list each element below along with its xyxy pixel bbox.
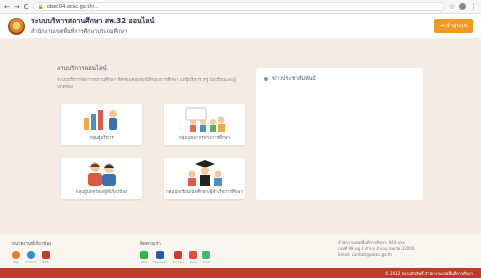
browser-nav: ← → C (4, 3, 29, 11)
news-title[interactable]: ข่าวประชาสัมพันธ์ (264, 75, 415, 83)
service-cards: กลุ่มผู้บริหาร กลุ่มบุคลากรทางการศึกษา ก… (61, 104, 245, 199)
youtube-link[interactable]: YouTube (172, 251, 184, 264)
help-link[interactable]: Help (189, 251, 198, 264)
copyright-bar: © 2022 สงวนลิขสิทธิ์ สำนักงานเขตพื้นที่ก… (0, 268, 481, 278)
footer-social-title: ติดตามเรา (140, 242, 161, 247)
site-subtitle: สำนักงานเขตพื้นที่การศึกษาประถมศึกษา (31, 29, 128, 35)
site-logo[interactable] (8, 17, 25, 35)
browser-bar: ← → C 🔒 obec04.ocsc.go.th/... ☆ ⋮ (0, 0, 481, 14)
students-illustration-icon (187, 160, 222, 186)
services-description: ระบบบริหารจัดการสถานศึกษา ที่ครอบคลุมทุก… (57, 78, 236, 90)
footer-related-links: หน่วยงานที่เกี่ยวข้อง สพฐ. กระทรวง สพท. (12, 240, 140, 265)
card-parents[interactable]: กลุ่มผู้ปกครอง/ผู้ที่เกี่ยวข้อง (61, 158, 142, 199)
line-link[interactable]: Line (140, 251, 148, 264)
footer-related-title: หน่วยงานที่เกี่ยวข้อง (12, 242, 52, 247)
help-icon (189, 251, 198, 259)
url-text: obec04.ocsc.go.th/... (46, 3, 99, 10)
services-title: งานบริการออนไลน์ (57, 65, 107, 72)
reload-icon[interactable]: C (24, 3, 29, 11)
site-footer: หน่วยงานที่เกี่ยวข้อง สพฐ. กระทรวง สพท. … (0, 234, 481, 268)
chat-icon (202, 251, 211, 259)
card-staff[interactable]: กลุ่มบุคลากรทางการศึกษา (164, 104, 245, 145)
footer-link-ministry[interactable]: กระทรวง (25, 251, 37, 265)
login-icon: ⇥ (439, 23, 444, 29)
forward-icon[interactable]: → (14, 3, 20, 11)
footer-contact: สำนักงานเขตพื้นที่การศึกษา: 043-xxx เลขท… (338, 240, 469, 263)
ministry-icon (26, 251, 35, 259)
site-title: ระบบบริหารสถานศึกษา สพ.32 ออนไลน์ (31, 17, 155, 25)
card-label: กลุ่มบุคลากรทางการศึกษา (178, 136, 231, 141)
staff-illustration-icon (185, 107, 225, 132)
main-content: งานบริการออนไลน์ ระบบบริหารจัดการสถานศึก… (0, 39, 481, 200)
footer-link-esa[interactable]: สพท. (41, 251, 50, 265)
chat-link[interactable]: Chat (202, 251, 211, 264)
card-label: กลุ่มผู้บริหาร (89, 136, 114, 141)
menu-icon[interactable]: ⋮ (470, 3, 477, 11)
youtube-icon (174, 251, 183, 259)
news-icon (264, 77, 268, 81)
site-header: ระบบบริหารสถานศึกษา สพ.32 ออนไลน์ สำนักง… (0, 14, 481, 39)
parents-illustration-icon (87, 162, 116, 186)
back-icon[interactable]: ← (4, 3, 10, 11)
facebook-icon (156, 251, 165, 259)
obec-icon (12, 251, 20, 259)
news-panel: ข่าวประชาสัมพันธ์ (256, 68, 423, 200)
lock-icon: 🔒 (37, 3, 44, 10)
star-icon[interactable]: ☆ (449, 3, 455, 11)
footer-link-obec[interactable]: สพฐ. (12, 251, 20, 265)
profile-icon[interactable] (459, 2, 466, 10)
copyright-text: © 2022 สงวนลิขสิทธิ์ สำนักงานเขตพื้นที่ก… (384, 270, 473, 276)
contact-line: Email: contact@obec.go.th (338, 252, 392, 257)
admin-illustration-icon (83, 110, 117, 130)
address-bar[interactable]: 🔒 obec04.ocsc.go.th/... (32, 2, 445, 11)
services-section: งานบริการออนไลน์ ระบบบริหารจัดการสถานศึก… (57, 63, 245, 200)
footer-social: ติดตามเรา Line Facebook YouTube Help Cha… (140, 240, 338, 264)
line-icon (140, 251, 148, 259)
card-label: กลุ่มนักเรียน/นักศึกษา/ผู้สำเร็จการศึกษา (165, 190, 244, 195)
card-students[interactable]: กลุ่มนักเรียน/นักศึกษา/ผู้สำเร็จการศึกษา (164, 158, 245, 199)
esa-icon (41, 251, 50, 259)
facebook-link[interactable]: Facebook (153, 251, 167, 264)
login-button[interactable]: ⇥ เข้าสู่ระบบ (434, 19, 473, 33)
card-administrators[interactable]: กลุ่มผู้บริหาร (61, 104, 142, 145)
card-label: กลุ่มผู้ปกครอง/ผู้ที่เกี่ยวข้อง (75, 190, 128, 195)
